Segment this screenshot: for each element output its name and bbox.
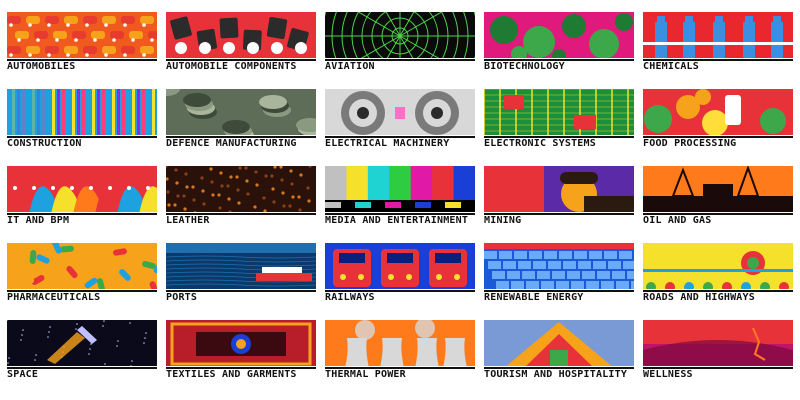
sector-label: ELECTRICAL MACHINERY	[325, 137, 450, 149]
ship-icon	[166, 243, 316, 289]
sector-label: LEATHER	[166, 214, 210, 226]
sector-tile-renewable-energy[interactable]: RENEWABLE ENERGY	[484, 243, 634, 303]
sector-tile-electrical-machinery[interactable]: ELECTRICAL MACHINERY	[325, 89, 475, 149]
sector-tile-textiles-and-garments[interactable]: TEXTILES AND GARMENTS	[166, 320, 316, 380]
sector-label: IT AND BPM	[7, 214, 70, 226]
sector-tile-wellness[interactable]: WELLNESS	[643, 320, 793, 380]
sector-label: MEDIA AND ENTERTAINMENT	[325, 214, 469, 226]
sector-label: MINING	[484, 214, 522, 226]
carpet-icon	[166, 320, 316, 366]
sector-tile-aviation[interactable]: AVIATION	[325, 12, 475, 72]
sector-tile-chemicals[interactable]: CHEMICALS	[643, 12, 793, 72]
sector-tile-thermal-power[interactable]: THERMAL POWER	[325, 320, 475, 380]
sector-tile-oil-and-gas[interactable]: OIL AND GAS	[643, 166, 793, 226]
sector-tile-space[interactable]: SPACE	[7, 320, 157, 380]
sector-label: PORTS	[166, 291, 198, 303]
sector-label: ROADS AND HIGHWAYS	[643, 291, 755, 303]
sector-tile-food-processing[interactable]: FOOD PROCESSING	[643, 89, 793, 149]
leather-texture-icon	[166, 166, 316, 212]
sector-tile-biotechnology[interactable]: BIOTECHNOLOGY	[484, 12, 634, 72]
sector-label: RAILWAYS	[325, 291, 375, 303]
sector-tile-mining[interactable]: MINING	[484, 166, 634, 226]
sector-label: CHEMICALS	[643, 60, 699, 72]
sector-label: AUTOMOBILE COMPONENTS	[166, 60, 297, 72]
yoga-icon	[643, 320, 793, 366]
color-bars-icon	[325, 166, 475, 212]
car-pattern-icon	[7, 12, 157, 58]
sector-tile-automobile-components[interactable]: AUTOMOBILE COMPONENTS	[166, 12, 316, 72]
turbine-icon	[325, 89, 475, 135]
temple-icon	[484, 320, 634, 366]
truck-art-icon	[643, 243, 793, 289]
sector-label: ELECTRONIC SYSTEMS	[484, 137, 596, 149]
sector-tile-tourism-and-hospitality[interactable]: TOURISM AND HOSPITALITY	[484, 320, 634, 380]
sector-label: WELLNESS	[643, 368, 693, 380]
sector-label: AUTOMOBILES	[7, 60, 76, 72]
flasks-icon	[643, 12, 793, 58]
sector-label: BIOTECHNOLOGY	[484, 60, 565, 72]
rocket-icon	[7, 320, 157, 366]
cells-icon	[484, 12, 634, 58]
engine-parts-icon	[166, 12, 316, 58]
circuit-board-icon	[484, 89, 634, 135]
sector-tile-pharmaceuticals[interactable]: PHARMACEUTICALS	[7, 243, 157, 303]
sector-tile-leather[interactable]: LEATHER	[166, 166, 316, 226]
camouflage-icon	[166, 89, 316, 135]
sector-label: FOOD PROCESSING	[643, 137, 737, 149]
miner-icon	[484, 166, 634, 212]
fruits-icon	[643, 89, 793, 135]
sector-tile-roads-and-highways[interactable]: ROADS AND HIGHWAYS	[643, 243, 793, 303]
radar-icon	[325, 12, 475, 58]
sector-label: THERMAL POWER	[325, 368, 406, 380]
stripes-icon	[7, 89, 157, 135]
oil-rig-icon	[643, 166, 793, 212]
sector-tile-ports[interactable]: PORTS	[166, 243, 316, 303]
sector-tile-defence-manufacturing[interactable]: DEFENCE MANUFACTURING	[166, 89, 316, 149]
sector-label: OIL AND GAS	[643, 214, 712, 226]
sector-label: RENEWABLE ENERGY	[484, 291, 584, 303]
sector-label: DEFENCE MANUFACTURING	[166, 137, 297, 149]
sector-grid: AUTOMOBILES AUTOMOBILE COMPONENTS AVIATION…	[7, 12, 793, 380]
train-icon	[325, 243, 475, 289]
sector-tile-railways[interactable]: RAILWAYS	[325, 243, 475, 303]
sector-label: TOURISM AND HOSPITALITY	[484, 368, 628, 380]
sector-label: TEXTILES AND GARMENTS	[166, 368, 297, 380]
sector-label: SPACE	[7, 368, 39, 380]
cooling-towers-icon	[325, 320, 475, 366]
pills-icon	[7, 243, 157, 289]
sector-tile-it-and-bpm[interactable]: IT AND BPM	[7, 166, 157, 226]
sector-tile-automobiles[interactable]: AUTOMOBILES	[7, 12, 157, 72]
sector-tile-electronic-systems[interactable]: ELECTRONIC SYSTEMS	[484, 89, 634, 149]
profiles-icon	[7, 166, 157, 212]
sector-label: CONSTRUCTION	[7, 137, 82, 149]
solar-panel-icon	[484, 243, 634, 289]
sector-label: AVIATION	[325, 60, 375, 72]
sector-tile-construction[interactable]: CONSTRUCTION	[7, 89, 157, 149]
sector-tile-media-and-entertainment[interactable]: MEDIA AND ENTERTAINMENT	[325, 166, 475, 226]
sector-label: PHARMACEUTICALS	[7, 291, 101, 303]
